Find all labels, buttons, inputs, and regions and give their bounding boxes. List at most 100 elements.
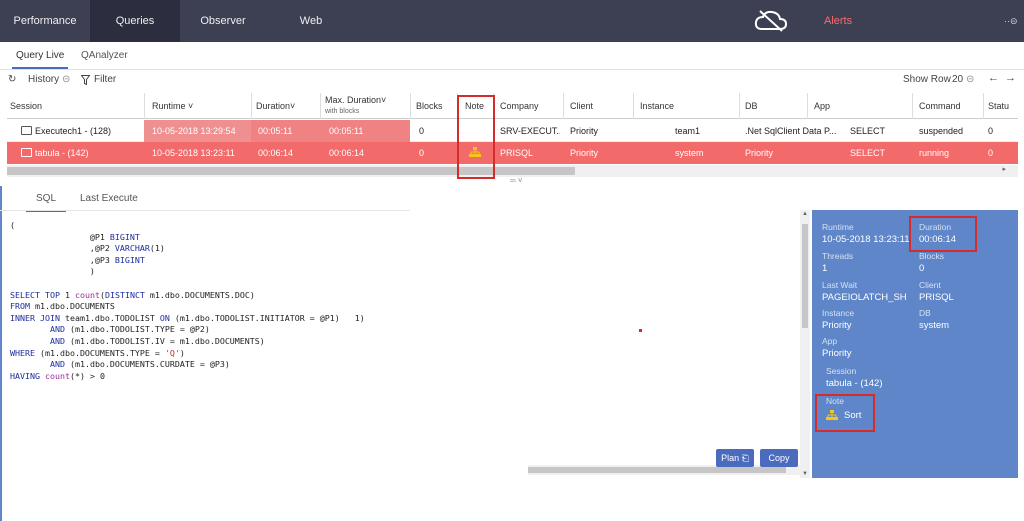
scrollbar-thumb[interactable] bbox=[528, 467, 786, 473]
cell-command: suspended bbox=[919, 126, 964, 136]
cell-session: Executech1 - (128) bbox=[35, 126, 112, 136]
tab-divider bbox=[0, 210, 410, 211]
cell-blocks: 0 bbox=[419, 148, 425, 158]
col-blocks[interactable]: Blocks bbox=[416, 101, 443, 112]
top-navigation-bar: Performance Queries Observer Web Alerts … bbox=[0, 0, 1024, 42]
scroll-down-icon[interactable]: ▼ bbox=[802, 471, 808, 477]
col-client[interactable]: Client bbox=[570, 101, 593, 112]
col-duration[interactable]: Duration˅ bbox=[256, 101, 295, 112]
history-dropdown-icon[interactable]: ⊝ bbox=[62, 74, 70, 85]
cell-session: tabula - (142) bbox=[35, 148, 89, 158]
sql-line: FROM m1.dbo.DOCUMENTS bbox=[10, 301, 115, 312]
cell-max-duration: 00:06:14 bbox=[329, 148, 365, 158]
sql-line: HAVING count(*) > 0 bbox=[10, 370, 105, 381]
editor-vertical-scrollbar[interactable]: ▲ ▼ bbox=[800, 210, 810, 478]
sql-line: AND (m1.dbo.DOCUMENTS.CURDATE = @P3) bbox=[49, 359, 230, 370]
pane-splitter[interactable]: ═ ˅ bbox=[510, 176, 523, 185]
arrow-right-icon[interactable]: → bbox=[1005, 72, 1016, 84]
tab-query-live[interactable]: Query Live bbox=[11, 50, 69, 69]
sql-line: @P1 BIGINT bbox=[10, 231, 140, 242]
alerts-link[interactable]: Alerts bbox=[824, 0, 852, 42]
table-row-selected[interactable]: tabula - (142) 10-05-2018 13:23:11 00:06… bbox=[7, 142, 1018, 164]
cell-duration: 00:05:11 bbox=[258, 126, 293, 136]
col-runtime[interactable]: Runtime ˅ bbox=[152, 101, 193, 112]
cell-client: Priority bbox=[570, 126, 599, 136]
col-max-duration-sub: with blocks bbox=[325, 108, 360, 115]
plan-button[interactable]: Plan ⎗ bbox=[716, 449, 754, 467]
lastwait-value: PAGEIOLATCH_SH bbox=[822, 292, 907, 303]
editor-horizontal-scrollbar[interactable] bbox=[528, 465, 800, 475]
show-row-label: Show Row bbox=[903, 74, 951, 85]
cloud-offline-icon[interactable] bbox=[754, 9, 788, 33]
col-status[interactable]: Statu bbox=[988, 101, 1009, 112]
show-row-select[interactable]: 20 bbox=[952, 74, 963, 85]
cell-company: PRISQL bbox=[500, 148, 534, 158]
sql-line: WHERE (m1.dbo.DOCUMENTS.TYPE = 'Q') bbox=[10, 347, 185, 358]
instance-label: Instance bbox=[822, 308, 855, 318]
table-header: Session Runtime ˅ Duration˅ Max. Duratio… bbox=[7, 93, 1018, 119]
bottom-tab-bar: SQL Last Execute bbox=[0, 186, 800, 212]
tab-qanalyzer[interactable]: QAnalyzer bbox=[81, 50, 128, 61]
session-value: tabula - (142) bbox=[826, 378, 883, 389]
sql-line: ,@P3 BIGINT bbox=[10, 254, 145, 265]
col-company[interactable]: Company bbox=[500, 101, 539, 112]
refresh-icon[interactable]: ↻ bbox=[8, 74, 16, 85]
cell-duration: 00:06:14 bbox=[258, 148, 294, 158]
scroll-right-icon[interactable]: ▸ bbox=[1002, 165, 1006, 173]
sql-line: AND (m1.dbo.TODOLIST.TYPE = @P2) bbox=[49, 324, 210, 335]
cell-max-duration: 00:05:11 bbox=[329, 126, 364, 136]
sql-line: AND (m1.dbo.TODOLIST.IV = m1.dbo.DOCUMEN… bbox=[49, 336, 265, 346]
scroll-up-icon[interactable]: ▲ bbox=[802, 211, 808, 217]
filter-button[interactable]: Filter bbox=[94, 74, 116, 85]
annotation-box-duration bbox=[909, 216, 977, 252]
session-details-panel: Runtime 10-05-2018 13:23:11 Duration 00:… bbox=[812, 210, 1018, 478]
col-instance[interactable]: Instance bbox=[640, 101, 674, 112]
cursor-marker bbox=[639, 329, 642, 332]
app-label: App bbox=[822, 336, 838, 346]
db-label: DB bbox=[919, 308, 931, 318]
col-max-duration[interactable]: Max. Duration˅ with blocks bbox=[325, 95, 386, 117]
col-max-duration-label: Max. Duration˅ bbox=[325, 95, 387, 105]
nav-tab-web[interactable]: Web bbox=[266, 0, 356, 42]
cell-blocks: 0 bbox=[419, 126, 425, 136]
cell-instance: system bbox=[675, 148, 704, 158]
session-icon bbox=[21, 126, 32, 135]
client-label: Client bbox=[919, 280, 941, 290]
table-row[interactable]: Executech1 - (128) 10-05-2018 13:29:54 0… bbox=[7, 120, 1018, 142]
copy-button[interactable]: Copy bbox=[760, 449, 798, 467]
cell-command: running bbox=[919, 148, 950, 158]
scrollbar-thumb[interactable] bbox=[802, 224, 808, 328]
col-db[interactable]: DB bbox=[745, 101, 758, 112]
cell-runtime: 10-05-2018 13:23:11 bbox=[152, 148, 235, 158]
runtime-value: 10-05-2018 13:23:11 bbox=[822, 234, 910, 245]
sql-line: INNER JOIN team1.dbo.TODOLIST ON (m1.dbo… bbox=[10, 312, 365, 323]
filter-icon[interactable] bbox=[81, 75, 90, 85]
cell-app: SELECT bbox=[850, 126, 886, 136]
annotation-box-note-column bbox=[457, 95, 495, 179]
tab-last-execute[interactable]: Last Execute bbox=[80, 193, 138, 204]
tab-sql[interactable]: SQL bbox=[25, 193, 67, 212]
col-app[interactable]: App bbox=[814, 101, 830, 112]
sql-line: ,@P2 VARCHAR(1) bbox=[10, 243, 165, 254]
sql-line: SELECT TOP 1 count(DISTINCT m1.dbo.DOCUM… bbox=[10, 289, 255, 300]
history-button[interactable]: History bbox=[28, 74, 59, 85]
annotation-box-note bbox=[815, 394, 875, 432]
instance-value: Priority bbox=[822, 320, 852, 331]
cell-db: Priority bbox=[745, 148, 774, 158]
cell-status: 0 bbox=[988, 126, 994, 136]
nav-tab-performance[interactable]: Performance bbox=[0, 0, 90, 42]
more-menu-icon[interactable]: ··⊝ bbox=[1004, 0, 1018, 42]
client-value: PRISQL bbox=[919, 292, 954, 303]
blocks-value: 0 bbox=[919, 263, 925, 274]
runtime-label: Runtime bbox=[822, 222, 854, 232]
nav-tab-observer[interactable]: Observer bbox=[180, 0, 266, 42]
toolbar: ↻ History ⊝ Filter Show Row 20 ⊝ ← → bbox=[0, 71, 1024, 91]
col-session[interactable]: Session bbox=[10, 101, 42, 112]
nav-tab-queries[interactable]: Queries bbox=[90, 0, 180, 42]
show-row-dropdown-icon[interactable]: ⊝ bbox=[966, 74, 974, 85]
sql-line: ( bbox=[10, 220, 15, 230]
session-icon bbox=[21, 148, 32, 157]
col-command[interactable]: Command bbox=[919, 101, 961, 112]
sessions-table: Session Runtime ˅ Duration˅ Max. Duratio… bbox=[7, 93, 1018, 183]
arrow-left-icon[interactable]: ← bbox=[988, 72, 999, 84]
